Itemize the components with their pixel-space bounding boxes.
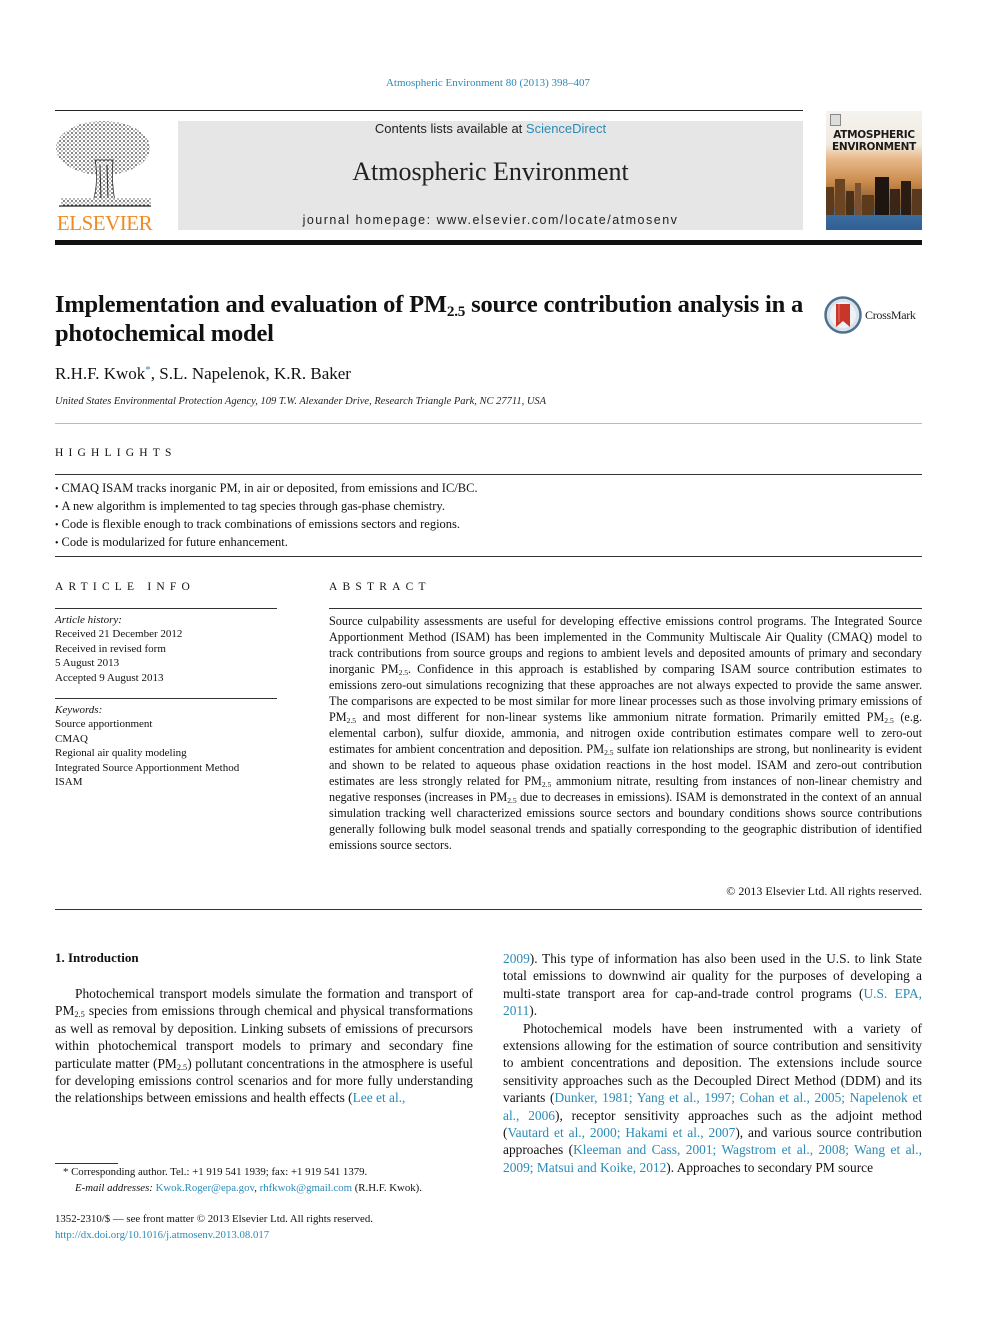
highlight-item: Code is modularized for future enhanceme… [55, 534, 915, 552]
keyword-item: Integrated Source Apportionment Method [55, 761, 240, 774]
crossmark-button[interactable]: CrossMark [824, 296, 924, 336]
email-link[interactable]: rhfkwok@gmail.com [260, 1182, 352, 1194]
author-name[interactable]: K.R. Baker [274, 364, 351, 383]
citation-link[interactable]: Lee et al., [353, 1090, 406, 1105]
divider [55, 474, 922, 475]
paragraph: Photochemical models have been instrumen… [503, 1020, 923, 1175]
cover-title-line2: ENVIRONMENT [831, 141, 917, 153]
article-title: Implementation and evaluation of PM2.5 s… [55, 290, 815, 348]
citation-link[interactable]: 2009 [503, 951, 530, 966]
email-link[interactable]: Kwok.Roger@epa.gov [156, 1182, 255, 1194]
highlight-item: CMAQ ISAM tracks inorganic PM, in air or… [55, 480, 915, 498]
history-item: 5 August 2013 [55, 657, 120, 670]
history-label: Article history: [55, 614, 122, 626]
abstract-text: Source culpability assessments are usefu… [329, 614, 923, 852]
keywords-label: Keywords: [55, 704, 103, 716]
author-separator: , [150, 364, 160, 383]
divider [55, 608, 277, 609]
author-affiliation: United States Environmental Protection A… [55, 396, 547, 407]
email-note: E-mail addresses: Kwok.Roger@epa.gov, rh… [75, 1181, 422, 1194]
contents-availability: Contents lists available at ScienceDirec… [178, 121, 803, 136]
citation-link[interactable]: Vautard et al., 2000; Hakami et al., 200… [507, 1125, 735, 1140]
title-part1: Implementation and evaluation of PM [55, 291, 447, 318]
elsevier-logo[interactable]: ELSEVIER [53, 120, 156, 235]
cover-publisher-mark [830, 114, 841, 126]
divider [55, 423, 922, 424]
front-matter: 1352-2310/$ — see front matter © 2013 El… [55, 1212, 485, 1243]
keyword-item: CMAQ [55, 732, 89, 745]
issn-notice: 1352-2310/$ — see front matter © 2013 El… [55, 1213, 373, 1225]
cover-title-line1: ATMOSPHERIC [833, 129, 915, 141]
header-thick-rule [55, 240, 922, 245]
highlights-list: CMAQ ISAM tracks inorganic PM, in air or… [55, 480, 915, 552]
crossmark-label: CrossMark [865, 308, 916, 322]
footnote-rule [55, 1163, 118, 1164]
keyword-item: ISAM [55, 776, 83, 789]
cover-title: ATMOSPHERIC ENVIRONMENT [826, 129, 922, 153]
paragraph: Photochemical transport models simulate … [55, 986, 473, 1106]
highlight-item: Code is flexible enough to track combina… [55, 516, 915, 534]
journal-citation-link[interactable]: Atmospheric Environment 80 (2013) 398–40… [0, 77, 976, 89]
keyword-item: Source apportionment [55, 718, 153, 731]
author-separator: , [265, 364, 274, 383]
journal-title: Atmospheric Environment [352, 157, 629, 186]
author-name[interactable]: R.H.F. Kwok [55, 364, 145, 383]
journal-banner: Contents lists available at ScienceDirec… [178, 121, 803, 230]
divider [55, 909, 922, 910]
cover-skyline-image [826, 177, 922, 215]
history-item: Received in revised form [55, 642, 166, 655]
contents-prefix: Contents lists available at [374, 121, 526, 136]
body-column-left: Photochemical transport models simulate … [55, 985, 473, 1107]
paragraph: 2009). This type of information has also… [503, 951, 923, 1019]
article-history: Article history: Received 21 December 20… [55, 613, 277, 685]
journal-cover[interactable]: ATMOSPHERIC ENVIRONMENT [826, 111, 922, 230]
divider [55, 698, 277, 699]
article-info-heading: ARTICLE INFO [55, 581, 195, 593]
doi-link[interactable]: http://dx.doi.org/10.1016/j.atmosenv.201… [55, 1229, 269, 1241]
section-heading-introduction: 1. Introduction [55, 950, 139, 965]
header-rule [55, 110, 803, 111]
keywords: Keywords: Source apportionment CMAQ Regi… [55, 703, 277, 789]
title-subscript: 2.5 [446, 302, 466, 320]
author-name[interactable]: S.L. Napelenok [159, 364, 265, 383]
footnotes: * Corresponding author. Tel.: +1 919 541… [55, 1165, 485, 1196]
corresponding-author-note: * Corresponding author. Tel.: +1 919 541… [63, 1166, 368, 1178]
abstract-heading: ABSTRACT [329, 581, 431, 593]
abstract-copyright: © 2013 Elsevier Ltd. All rights reserved… [726, 884, 922, 898]
history-item: Received 21 December 2012 [55, 628, 183, 641]
crossmark-icon [824, 296, 862, 334]
author-list: R.H.F. Kwok*, S.L. Napelenok, K.R. Baker [55, 364, 351, 384]
elsevier-wordmark: ELSEVIER [56, 211, 153, 235]
divider [329, 608, 922, 609]
journal-homepage[interactable]: journal homepage: www.elsevier.com/locat… [178, 213, 803, 227]
body-column-right: 2009). This type of information has also… [503, 950, 922, 1176]
highlights-heading: HIGHLIGHTS [55, 447, 177, 459]
highlight-item: A new algorithm is implemented to tag sp… [55, 498, 915, 516]
keyword-item: Regional air quality modeling [55, 747, 187, 760]
divider [55, 556, 922, 557]
history-item: Accepted 9 August 2013 [55, 671, 164, 684]
elsevier-tree-icon [56, 121, 151, 207]
sciencedirect-link[interactable]: ScienceDirect [526, 121, 606, 136]
